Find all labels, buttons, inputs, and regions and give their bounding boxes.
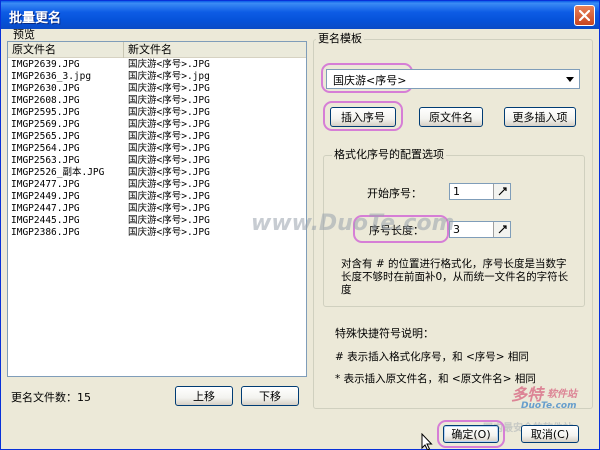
column-new-name[interactable]: 新文件名 [124, 42, 306, 58]
table-row[interactable]: IMGP2636_3.jpg 国庆游<序号>.jpg [8, 71, 306, 83]
new-name-cell: 国庆游<序号>.JPG [128, 59, 210, 70]
duote-logo-watermark: 多特 软件站 DuoTe.com [501, 381, 595, 421]
batch-rename-dialog: 批量更名 预览 原文件名 新文件名 IMGP2639.JPG 国庆游<序号>.JP… [0, 0, 600, 450]
window-title: 批量更名 [9, 11, 62, 26]
table-row[interactable]: IMGP2565.JPG 国庆游<序号>.JPG [8, 131, 306, 143]
table-row[interactable]: IMGP2569.JPG 国庆游<序号>.JPG [8, 119, 306, 131]
new-name-cell: 国庆游<序号>.JPG [128, 95, 210, 106]
insert-seq-button[interactable]: 插入序号 [330, 107, 396, 127]
special-symbols-title: 特殊快捷符号说明： [335, 327, 434, 340]
original-name-cell: IMGP2569.JPG [11, 119, 80, 130]
more-insert-button[interactable]: 更多插入项 [504, 107, 576, 127]
spinner-arrows-icon [498, 187, 507, 196]
start-seq-value: 1 [453, 185, 460, 198]
new-name-cell: 国庆游<序号>.JPG [128, 227, 210, 238]
ok-button[interactable]: 确定(O) [443, 425, 499, 443]
new-name-cell: 国庆游<序号>.JPG [128, 203, 210, 214]
table-row[interactable]: IMGP2639.JPG 国庆游<序号>.JPG [8, 59, 306, 71]
column-original-name[interactable]: 原文件名 [8, 42, 124, 58]
new-name-cell: 国庆游<序号>.JPG [128, 215, 210, 226]
table-row[interactable]: IMGP2526_副本.JPG 国庆游<序号>.JPG [8, 167, 306, 179]
new-name-cell: 国庆游<序号>.JPG [128, 155, 210, 166]
preview-list[interactable]: 原文件名 新文件名 IMGP2639.JPG 国庆游<序号>.JPG IMGP26… [7, 41, 307, 377]
table-row[interactable]: IMGP2595.JPG 国庆游<序号>.JPG [8, 107, 306, 119]
rename-count: 更名文件数：15 [11, 391, 91, 404]
logo-url-text: DuoTe.com [521, 401, 577, 411]
new-name-cell: 国庆游<序号>.JPG [128, 107, 210, 118]
table-row[interactable]: IMGP2449.JPG 国庆游<序号>.JPG [8, 191, 306, 203]
title-bar[interactable]: 批量更名 [1, 1, 599, 29]
original-name-cell: IMGP2386.JPG [11, 227, 80, 238]
table-row[interactable]: IMGP2564.JPG 国庆游<序号>.JPG [8, 143, 306, 155]
original-name-cell: IMGP2636_3.jpg [11, 71, 92, 82]
new-name-cell: 国庆游<序号>.JPG [128, 191, 210, 202]
original-name-cell: IMGP2608.JPG [11, 95, 80, 106]
logo-sub-text: 软件站 [547, 389, 577, 400]
list-header: 原文件名 新文件名 [8, 42, 306, 58]
new-name-cell: 国庆游<序号>.jpg [128, 71, 210, 82]
new-name-cell: 国庆游<序号>.JPG [128, 179, 210, 190]
original-name-cell: IMGP2630.JPG [11, 83, 80, 94]
start-seq-label: 开始序号： [367, 187, 422, 200]
original-name-cell: IMGP2477.JPG [11, 179, 80, 190]
new-name-cell: 国庆游<序号>.JPG [128, 119, 210, 130]
special-symbol-hash: # 表示插入格式化序号，和 <序号> 相同 [335, 351, 529, 363]
combo-dropdown-button[interactable] [562, 71, 578, 87]
table-row[interactable]: IMGP2608.JPG 国庆游<序号>.JPG [8, 95, 306, 107]
close-icon [579, 10, 590, 21]
mouse-cursor-icon [421, 433, 433, 450]
watermark-center: www.DuoTe.com [251, 211, 455, 236]
original-name-cell: IMGP2595.JPG [11, 107, 80, 118]
original-name-cell: IMGP2639.JPG [11, 59, 80, 70]
seq-length-spinner[interactable]: 3 [449, 221, 511, 238]
spinner-button[interactable] [493, 184, 510, 199]
format-description: 对含有 # 的位置进行格式化，序号长度是当数字长度不够时在前面补0，从而统一文件… [341, 258, 569, 296]
format-group-label: 格式化序号的配置选项 [332, 148, 446, 161]
move-up-button[interactable]: 上移 [175, 386, 233, 406]
original-name-cell: IMGP2449.JPG [11, 191, 80, 202]
original-name-cell: IMGP2447.JPG [11, 203, 80, 214]
move-down-button[interactable]: 下移 [241, 386, 299, 406]
spinner-button[interactable] [493, 222, 510, 237]
chevron-down-icon [566, 76, 574, 82]
table-row[interactable]: IMGP2563.JPG 国庆游<序号>.JPG [8, 155, 306, 167]
original-name-cell: IMGP2445.JPG [11, 215, 80, 226]
close-button[interactable] [574, 5, 595, 26]
new-name-cell: 国庆游<序号>.JPG [128, 167, 210, 178]
original-name-cell: IMGP2563.JPG [11, 155, 80, 166]
table-row[interactable]: IMGP2477.JPG 国庆游<序号>.JPG [8, 179, 306, 191]
template-group-label: 更名模板 [316, 32, 364, 45]
original-name-cell: IMGP2564.JPG [11, 143, 80, 154]
new-name-cell: 国庆游<序号>.JPG [128, 131, 210, 142]
original-name-cell: IMGP2565.JPG [11, 131, 80, 142]
template-combo-value: 国庆游<序号> [333, 74, 407, 87]
new-name-cell: 国庆游<序号>.JPG [128, 83, 210, 94]
new-name-cell: 国庆游<序号>.JPG [128, 143, 210, 154]
original-name-cell: IMGP2526_副本.JPG [11, 167, 105, 178]
template-combo[interactable]: 国庆游<序号> [326, 69, 580, 89]
original-name-button[interactable]: 原文件名 [419, 107, 483, 127]
preview-group-label: 预览 [11, 28, 37, 41]
cancel-button[interactable]: 取消(C) [521, 425, 579, 443]
spinner-arrows-icon [498, 225, 507, 234]
table-row[interactable]: IMGP2630.JPG 国庆游<序号>.JPG [8, 83, 306, 95]
start-seq-spinner[interactable]: 1 [449, 183, 511, 200]
